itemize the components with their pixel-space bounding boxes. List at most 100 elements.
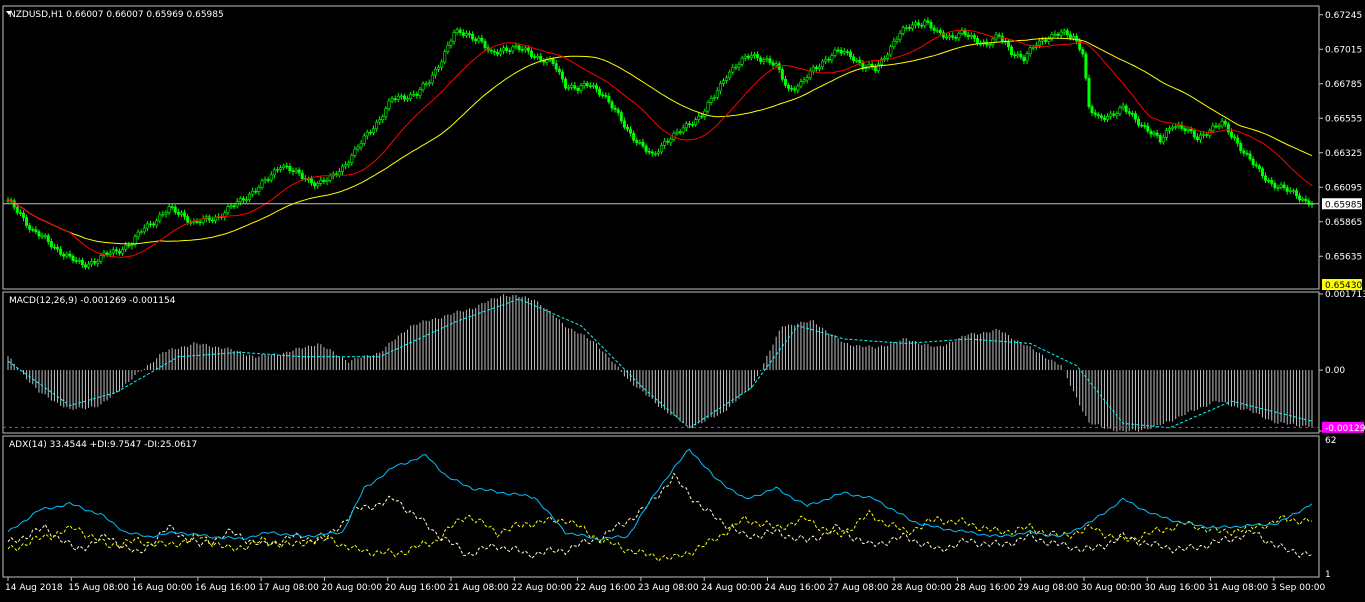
candle-body (254, 190, 258, 193)
candle-body (1298, 195, 1302, 201)
candle-body (1028, 47, 1032, 55)
candle-body (1022, 56, 1026, 62)
candle-body (325, 180, 329, 182)
candle-body (28, 225, 32, 230)
candle-body (440, 61, 444, 68)
candle-body (1019, 53, 1023, 58)
candle-body (1130, 113, 1134, 115)
candle-body (155, 220, 159, 226)
candle-body (375, 121, 379, 130)
candle-body (1010, 46, 1014, 55)
macd-title: MACD(12,26,9) -0.001269 -0.001154 (9, 296, 176, 306)
candle-body (622, 120, 626, 128)
candle-body (604, 95, 608, 97)
candle-body (371, 128, 375, 134)
candle-body (390, 98, 394, 102)
macd-tick-label: 0.001713 (1325, 290, 1365, 300)
adx-pane-frame (2, 435, 1320, 578)
time-tick-label: 22 Aug 16:00 (575, 583, 636, 593)
candle-body (1195, 136, 1199, 141)
candle-body (598, 88, 602, 96)
candle-body (830, 55, 834, 61)
candle-body (210, 219, 214, 222)
candle-body (387, 100, 391, 109)
time-tick-label: 24 Aug 16:00 (765, 583, 826, 593)
adx-pane[interactable] (7, 448, 1313, 562)
candle-body (288, 166, 292, 172)
time-tick-label: 30 Aug 00:00 (1081, 583, 1142, 593)
candle-body (248, 193, 252, 200)
candle-body (21, 212, 25, 218)
candle-body (1198, 134, 1202, 141)
candle-body (424, 83, 428, 85)
candle-body (684, 123, 688, 129)
candle-body (1118, 107, 1122, 114)
candle-body (783, 78, 787, 86)
candle-body (15, 206, 19, 213)
candle-body (793, 88, 797, 91)
candle-body (1279, 184, 1283, 188)
candle-body (1177, 124, 1181, 127)
candle-body (1295, 190, 1299, 196)
candle-body (1239, 143, 1243, 152)
candle-body (319, 179, 323, 184)
price-pane[interactable] (3, 17, 1319, 270)
candle-body (341, 165, 345, 172)
candle-body (988, 44, 992, 46)
candle-body (59, 248, 63, 255)
chart-root: 0.67245 0.67015 0.66785 0.66555 0.66325 0.660… (2, 5, 1365, 593)
candle-body (282, 165, 286, 168)
candle-body (148, 223, 152, 226)
candle-body (687, 123, 691, 125)
candle-body (889, 46, 893, 56)
price-tick-label: 0.66095 (1325, 183, 1362, 193)
candle-body (492, 50, 496, 53)
candle-body (285, 165, 289, 168)
candle-body (935, 29, 939, 32)
candle-body (703, 110, 707, 117)
candle-body (963, 30, 967, 36)
candle-body (613, 107, 617, 110)
candle-body (170, 206, 174, 208)
candle-body (362, 135, 366, 144)
macd-histogram (7, 294, 1313, 433)
candle-body (483, 41, 487, 48)
candle-body (1127, 111, 1131, 114)
candle-body (471, 33, 475, 40)
time-tick-label: 15 Aug 08:00 (68, 583, 129, 593)
candle-body (1214, 125, 1218, 128)
candle-body (1264, 175, 1268, 181)
candle-body (179, 212, 183, 215)
candle-body (90, 261, 94, 265)
candle-body (347, 162, 351, 165)
candle-body (1087, 77, 1091, 108)
candle-body (601, 94, 605, 97)
candle-body (87, 263, 91, 268)
macd-pane[interactable] (3, 294, 1319, 433)
candle-body (858, 59, 862, 64)
candle-body (1236, 137, 1240, 144)
candle-body (1158, 135, 1162, 143)
candle-body (972, 35, 976, 39)
candle-body (421, 83, 425, 90)
candle-body (260, 180, 264, 188)
candle-body (1282, 184, 1286, 188)
time-tick-label: 22 Aug 00:00 (511, 583, 572, 593)
candle-body (529, 50, 533, 57)
adx-tick-label: 1 (1325, 570, 1331, 580)
candle-body (1056, 33, 1060, 36)
candle-body (176, 211, 180, 215)
minus-di-line (7, 509, 1312, 562)
candle-body (721, 80, 725, 84)
candle-body (344, 164, 348, 167)
candle-body (430, 74, 434, 84)
candle-body (1171, 126, 1175, 129)
candle-body (310, 178, 314, 184)
current-price-tag: 0.65985 (1322, 198, 1362, 210)
candle-body (765, 58, 769, 61)
candle-body (647, 150, 651, 153)
candle-body (892, 40, 896, 47)
candle-body (446, 44, 450, 53)
candle-body (904, 27, 908, 29)
candle-body (378, 119, 382, 123)
